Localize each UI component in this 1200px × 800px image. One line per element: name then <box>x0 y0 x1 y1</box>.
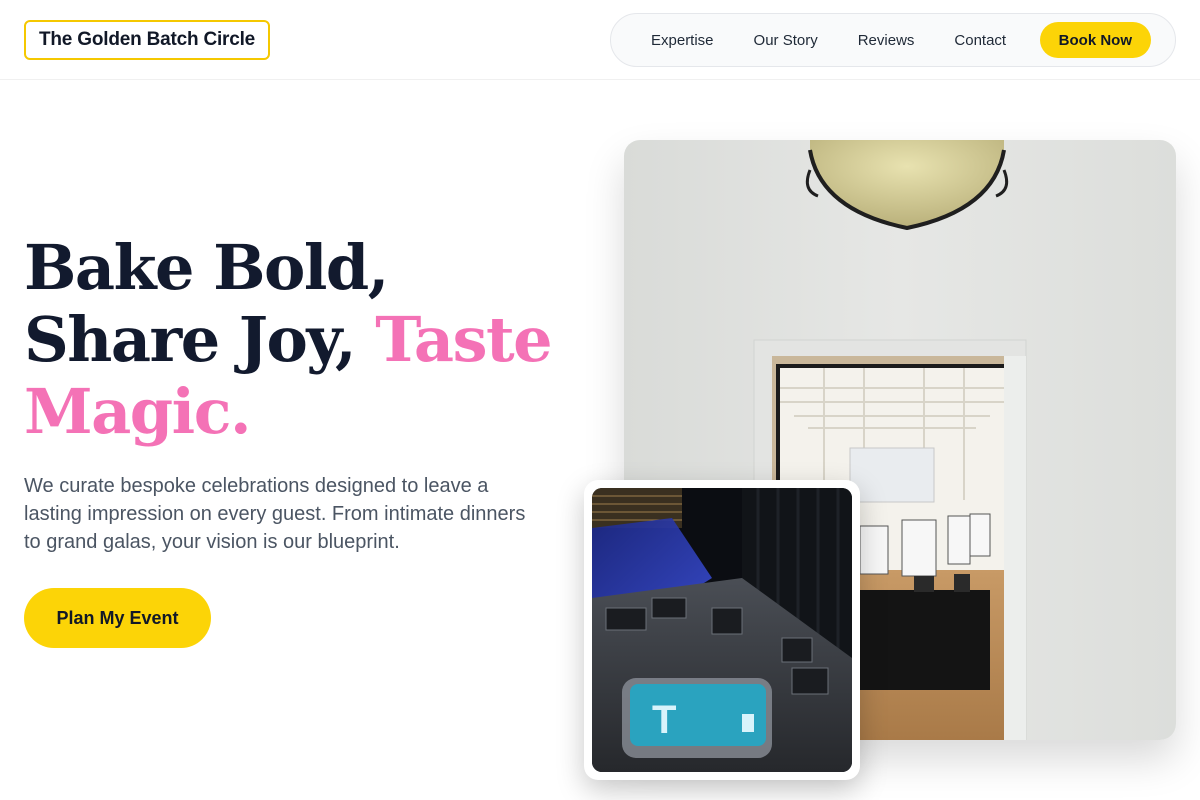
headline-highlight-taste: Taste <box>375 303 552 376</box>
plan-my-event-button[interactable]: Plan My Event <box>24 588 211 648</box>
hero-image-venue: T <box>584 480 860 780</box>
headline-line-2: Share Joy, <box>24 303 357 376</box>
nav-link-contact[interactable]: Contact <box>934 32 1026 49</box>
svg-text:T: T <box>652 698 676 742</box>
hero-headline: Bake Bold, Share Joy, Taste Magic. <box>24 232 584 448</box>
hero-description: We curate bespoke celebrations designed … <box>24 475 526 553</box>
venue-photo-illustration: T <box>592 488 852 772</box>
nav-link-our-story[interactable]: Our Story <box>734 32 838 49</box>
headline-line-1: Bake Bold, <box>24 231 389 304</box>
headline-highlight-magic: Magic. <box>24 375 252 448</box>
main-nav: Expertise Our Story Reviews Contact Book… <box>610 13 1176 67</box>
site-logo[interactable]: The Golden Batch Circle <box>24 20 271 60</box>
site-header: The Golden Batch Circle Expertise Our St… <box>0 0 1200 80</box>
book-now-button[interactable]: Book Now <box>1039 22 1151 58</box>
nav-link-expertise[interactable]: Expertise <box>631 32 734 49</box>
nav-link-reviews[interactable]: Reviews <box>838 32 935 49</box>
